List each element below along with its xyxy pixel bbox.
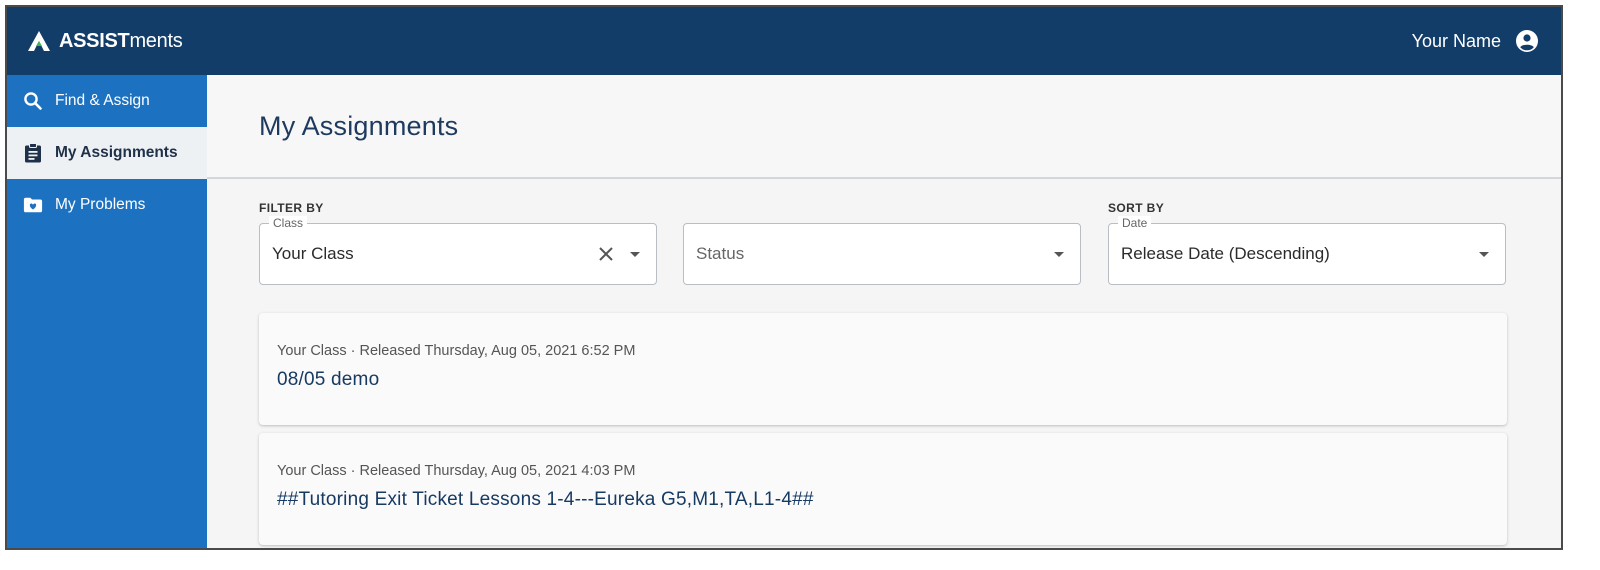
folder-heart-icon — [23, 195, 43, 215]
brand-logo[interactable]: ASSISTments — [27, 29, 183, 53]
sidebar-item-my-assignments[interactable]: My Assignments — [7, 127, 207, 179]
chevron-down-icon[interactable] — [1479, 251, 1489, 257]
class-select-value: Your Class — [272, 244, 354, 263]
class-select[interactable]: Class Your Class — [259, 216, 657, 285]
chevron-down-icon[interactable] — [630, 251, 640, 257]
date-select-value: Release Date (Descending) — [1121, 244, 1330, 263]
top-bar: ASSISTments Your Name — [7, 7, 1561, 75]
brand-name-light: ments — [129, 29, 183, 52]
user-menu[interactable]: Your Name — [1412, 29, 1539, 53]
assignment-title[interactable]: ##Tutoring Exit Ticket Lessons 1-4---Eur… — [277, 489, 1489, 511]
date-sort-select[interactable]: Date Release Date (Descending) — [1108, 216, 1506, 285]
status-select-placeholder: Status — [696, 244, 745, 263]
app-window: ASSISTments Your Name Find & Assign My A… — [5, 5, 1563, 550]
assignment-meta: Your Class · Released Thursday, Aug 05, … — [277, 463, 636, 479]
sidebar-item-my-problems[interactable]: My Problems — [7, 179, 207, 231]
chevron-down-icon[interactable] — [1054, 251, 1064, 257]
assignment-card[interactable]: Your Class · Released Thursday, Aug 05, … — [259, 313, 1507, 425]
sidebar-item-find-assign[interactable]: Find & Assign — [7, 75, 207, 127]
brand-name: ASSISTments — [59, 29, 183, 53]
page-header: My Assignments — [207, 75, 1561, 179]
search-icon — [23, 91, 43, 111]
sort-by-label: SORT BY — [1108, 201, 1165, 215]
sidebar-item-label: My Assignments — [55, 144, 178, 161]
class-select-legend: Class — [269, 216, 308, 230]
clear-icon[interactable] — [596, 244, 616, 264]
account-circle-icon — [1516, 30, 1538, 52]
status-select[interactable]: Status — [683, 223, 1081, 285]
main-content: My Assignments FILTER BY SORT BY Class Y… — [207, 75, 1561, 548]
clipboard-icon — [23, 143, 43, 163]
brand-name-strong: ASSIST — [59, 29, 130, 52]
sidebar-item-label: Find & Assign — [55, 92, 150, 109]
date-select-legend: Date — [1118, 216, 1152, 230]
filter-bar: FILTER BY SORT BY Class Your Class Statu… — [259, 201, 1507, 291]
filter-by-label: FILTER BY — [259, 201, 324, 215]
assignment-card[interactable]: Your Class · Released Thursday, Aug 05, … — [259, 433, 1507, 545]
page-title: My Assignments — [259, 110, 459, 141]
assistments-logo-icon — [28, 31, 50, 51]
sidebar-item-label: My Problems — [55, 196, 146, 213]
user-name: Your Name — [1411, 30, 1501, 51]
assignment-title[interactable]: 08/05 demo — [277, 369, 1489, 391]
assignment-meta: Your Class · Released Thursday, Aug 05, … — [277, 343, 636, 359]
sidebar: Find & Assign My Assignments My Problems — [7, 75, 207, 548]
